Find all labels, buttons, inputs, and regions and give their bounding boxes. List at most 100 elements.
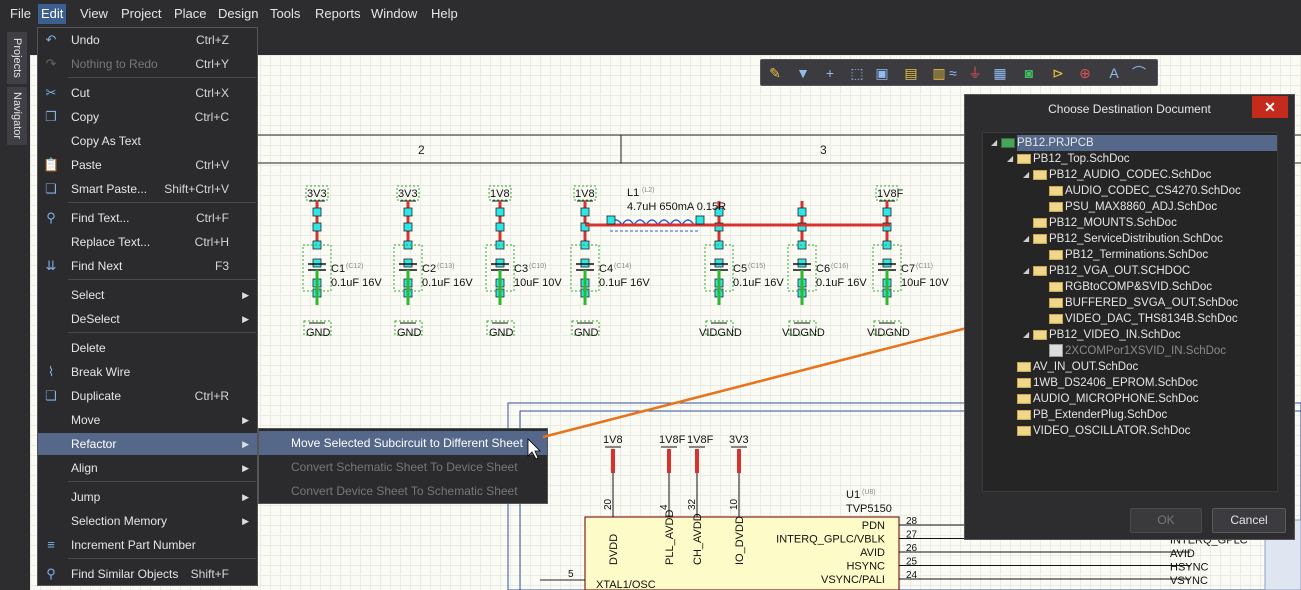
chip-pin-number: 24 <box>906 570 918 581</box>
ok-button[interactable]: OK <box>1130 508 1202 533</box>
svg-text:5: 5 <box>568 569 574 580</box>
filter-icon[interactable]: ▼ <box>795 65 811 81</box>
convert-to-schematic-sheet-menu-item[interactable]: Convert Device Sheet To Schematic Sheet <box>259 479 547 503</box>
tree-item[interactable]: AV_IN_OUT.SchDoc <box>1033 359 1138 375</box>
menu-item-undo[interactable]: ↶ Undo Ctrl+Z <box>38 29 257 51</box>
tree-item[interactable]: PB_ExtenderPlug.SchDoc <box>1033 407 1167 423</box>
chip-pin-name: DVDD <box>608 534 620 565</box>
menu-item-nothing-to-redo[interactable]: ↷ Nothing to Redo Ctrl+Y <box>38 53 257 75</box>
capacitor-c6[interactable]: VIDGND C6 (C16) 0.1uF 16V <box>782 201 867 339</box>
tree-item[interactable]: PB12_ServiceDistribution.SchDoc <box>1049 231 1223 247</box>
menu-item-replace-text[interactable]: Replace Text... Ctrl+H <box>38 231 257 253</box>
menu-item-align[interactable]: Align ▶ <box>38 457 257 479</box>
menu-item-cut[interactable]: ✂ Cut Ctrl+X <box>38 82 257 104</box>
expand-toggle-icon[interactable]: ◢ <box>1023 167 1029 183</box>
tree-item[interactable]: PB12.PRJPCB <box>1017 135 1277 151</box>
menu-tools[interactable]: Tools <box>267 4 303 24</box>
menu-item-copy-as-text[interactable]: Copy As Text <box>38 130 257 152</box>
tree-item[interactable]: BUFFERED_SVGA_OUT.SchDoc <box>1065 295 1238 311</box>
menu-item-find-similar-objects[interactable]: ⚲ Find Similar Objects Shift+F <box>38 563 257 585</box>
wand-icon[interactable]: ✎ <box>767 65 783 81</box>
chip-ref: U1 <box>846 489 860 501</box>
move-icon[interactable]: ▣ <box>874 65 890 81</box>
tree-item[interactable]: RGBtoCOMP&SVID.SchDoc <box>1065 279 1212 295</box>
menu-item-find-text[interactable]: ⚲ Find Text... Ctrl+F <box>38 207 257 229</box>
tree-item[interactable]: PB12_Terminations.SchDoc <box>1065 247 1208 263</box>
port-icon[interactable]: ⊳ <box>1050 65 1066 81</box>
harness-icon[interactable]: ▦ <box>992 65 1008 81</box>
menu-item-find-next[interactable]: ⇊ Find Next F3 <box>38 255 257 277</box>
move-subcircuit-menu-item[interactable]: Move Selected Subcircuit to Different Sh… <box>259 431 547 455</box>
projects-panel-tab[interactable]: Projects <box>7 32 27 84</box>
tree-item[interactable]: PSU_MAX8860_ADJ.SchDoc <box>1065 199 1217 215</box>
ground-icon[interactable]: ⏚ <box>967 65 983 81</box>
capacitor-des: (C13) <box>437 263 455 270</box>
edit-menu-dropdown: ↶ Undo Ctrl+Z ↷ Nothing to Redo Ctrl+Y ✂ Cut Ctr… <box>37 27 258 586</box>
text-icon[interactable]: A <box>1106 65 1122 81</box>
tree-item[interactable]: PB12_VGA_OUT.SCHDOC <box>1049 263 1190 279</box>
menu-view[interactable]: View <box>77 4 111 24</box>
tree-item[interactable]: VIDEO_OSCILLATOR.SchDoc <box>1033 423 1190 439</box>
menu-reports[interactable]: Reports <box>312 4 364 24</box>
menu-item-break-wire[interactable]: ⌇ Break Wire <box>38 361 257 383</box>
tree-item[interactable]: PB12_AUDIO_CODEC.SchDoc <box>1049 167 1211 183</box>
increment-icon: ≡ <box>47 537 55 552</box>
tree-item[interactable]: 1WB_DS2406_EPROM.SchDoc <box>1033 375 1198 391</box>
cancel-button[interactable]: Cancel <box>1212 508 1286 533</box>
menu-bar: File Edit View Project Place Design Tool… <box>0 0 1301 27</box>
menu-item-duplicate[interactable]: ❏ Duplicate Ctrl+R <box>38 385 257 407</box>
expand-toggle-icon[interactable]: ◢ <box>1023 263 1029 279</box>
expand-toggle-icon[interactable]: ◢ <box>1007 151 1013 167</box>
tree-item[interactable]: AUDIO_CODEC_CS4270.SchDoc <box>1065 183 1241 199</box>
menu-place[interactable]: Place <box>171 4 210 24</box>
menu-item-delete[interactable]: Delete <box>38 337 257 359</box>
menu-item-deselect[interactable]: DeSelect ▶ <box>38 308 257 330</box>
chip-des: (U8) <box>862 489 876 496</box>
capacitor-des: (C14) <box>614 263 632 270</box>
menu-file[interactable]: File <box>7 4 34 24</box>
capacitor-c7[interactable]: 1V8F VIDGND C7 (C11) 10uF 10V <box>867 185 949 339</box>
menu-item-increment-part-number[interactable]: ≡ Increment Part Number <box>38 534 257 556</box>
menu-item-select[interactable]: Select ▶ <box>38 284 257 306</box>
menu-window[interactable]: Window <box>368 4 420 24</box>
crosshair-icon[interactable]: + <box>822 65 838 81</box>
menu-edit[interactable]: Edit <box>38 4 67 24</box>
select-area-icon[interactable]: ⬚ <box>849 65 865 81</box>
find-similar-icon: ⚲ <box>46 566 56 581</box>
sheet-symbol-icon[interactable]: ◙ <box>1021 65 1037 81</box>
menu-item-refactor[interactable]: Refactor ▶ <box>38 433 257 455</box>
menu-help[interactable]: Help <box>428 4 461 24</box>
tree-item[interactable]: PB12_Top.SchDoc <box>1033 151 1130 167</box>
align-icon[interactable]: ▤ <box>903 65 919 81</box>
tree-item[interactable]: PB12_VIDEO_IN.SchDoc <box>1049 327 1181 343</box>
menu-item-copy[interactable]: ❐ Copy Ctrl+C <box>38 106 257 128</box>
capacitor-c3[interactable]: 1V8 GND C3 (C10) 10uF 10V <box>485 185 562 339</box>
menu-project[interactable]: Project <box>118 4 164 24</box>
menu-item-smart-paste[interactable]: ❏ Smart Paste... Shift+Ctrl+V <box>38 178 257 200</box>
tree-item[interactable]: VIDEO_DAC_THS8134B.SchDoc <box>1065 311 1238 327</box>
convert-to-device-sheet-menu-item[interactable]: Convert Schematic Sheet To Device Sheet <box>259 455 547 479</box>
menu-item-paste[interactable]: 📋 Paste Ctrl+V <box>38 154 257 176</box>
tree-item[interactable]: AUDIO_MICROPHONE.SchDoc <box>1033 391 1199 407</box>
document-tree[interactable]: ◢ PB12.PRJPCB ◢ PB12_Top.SchDoc ◢ PB12_AUDIO_… <box>982 132 1278 492</box>
expand-toggle-icon[interactable]: ◢ <box>1023 231 1029 247</box>
capacitor-c1[interactable]: 3V3 GND C1 (C12) 0.1uF 16V <box>302 185 382 339</box>
menu-item-move[interactable]: Move ▶ <box>38 409 257 431</box>
wire-icon[interactable]: ≈ <box>945 65 961 81</box>
expand-toggle-icon[interactable]: ◢ <box>1023 327 1029 343</box>
menu-item-selection-memory[interactable]: Selection Memory ▶ <box>38 510 257 532</box>
schematic-folder-icon <box>1049 314 1063 324</box>
capacitor-c2[interactable]: 3V3 GND C2 (C13) 0.1uF 16V <box>393 185 473 339</box>
no-erc-icon[interactable]: ⊕ <box>1077 65 1093 81</box>
expand-toggle-icon[interactable]: ◢ <box>991 135 997 151</box>
tree-item[interactable]: 2XCOMPor1XSVID_IN.SchDoc <box>1065 343 1226 359</box>
tree-item[interactable]: PB12_MOUNTS.SchDoc <box>1049 215 1177 231</box>
close-button[interactable]: ✕ <box>1252 96 1288 118</box>
menu-design[interactable]: Design <box>215 4 261 24</box>
menu-item-jump[interactable]: Jump ▶ <box>38 486 257 508</box>
navigator-panel-tab[interactable]: Navigator <box>7 87 27 145</box>
arc-icon[interactable]: ⌒ <box>1131 65 1147 81</box>
capacitor-c5[interactable]: VIDGND C5 (C15) 0.1uF 16V <box>699 201 784 339</box>
chip-pin-name: CH_AVDD <box>692 513 704 565</box>
menu-item-label: Nothing to Redo <box>71 57 158 71</box>
